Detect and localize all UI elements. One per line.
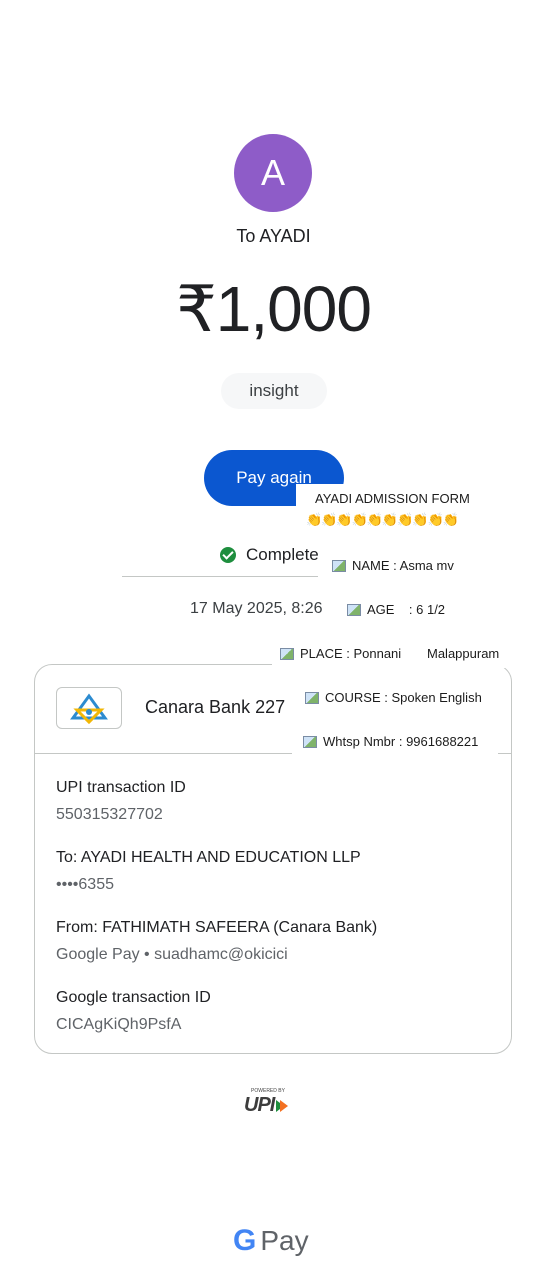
course-value: COURSE : Spoken English <box>325 690 482 705</box>
age-row: AGE : 6 1/2 <box>347 602 445 617</box>
payment-datetime: 17 May 2025, 8:26 <box>190 600 323 617</box>
google-g-icon: G <box>233 1224 257 1257</box>
google-transaction-id-value[interactable]: CICAgKiQh9PsfA <box>56 1016 181 1034</box>
course-row: COURSE : Spoken English <box>305 690 482 705</box>
name-value: NAME : Asma mv <box>352 558 454 573</box>
whatsapp-row: Whtsp Nmbr : 9961688221 <box>303 734 478 749</box>
upi-transaction-id-value[interactable]: 550315327702 <box>56 806 163 824</box>
image-icon <box>303 735 317 748</box>
place-value: PLACE : Ponnani <box>300 646 402 661</box>
google-pay-brand: G Pay <box>233 1224 309 1258</box>
bank-account-name: Canara Bank 227 <box>145 697 286 717</box>
payee-avatar: A <box>234 134 312 212</box>
upi-arrow-icon <box>276 1099 289 1112</box>
image-icon <box>280 647 294 660</box>
check-circle-icon <box>220 547 236 563</box>
payee-name: To AYADI <box>236 226 311 246</box>
from-account-label: From: FATHIMATH SAFEERA (Canara Bank) <box>56 919 378 936</box>
payment-note: insight <box>221 373 327 409</box>
google-transaction-id-label: Google transaction ID <box>56 989 211 1006</box>
upi-mark: UPI <box>244 1094 275 1116</box>
to-account-label: To: AYADI HEALTH AND EDUCATION LLP <box>56 849 361 866</box>
status-label: Complete <box>246 545 319 564</box>
age-value: AGE : 6 1/2 <box>367 602 446 617</box>
to-account-value: ••••6355 <box>56 876 114 893</box>
clapping-hands-emoji-row: 👏👏👏👏👏👏👏👏👏👏 <box>306 512 459 527</box>
from-account-value: Google Pay • suadhamc@okicici <box>56 946 288 963</box>
payment-amount: ₹1,000 <box>176 273 372 345</box>
status-divider <box>122 576 332 577</box>
whatsapp-value: Whtsp Nmbr : 9961688221 <box>323 734 479 749</box>
pay-wordmark: Pay <box>260 1225 309 1256</box>
upi-transaction-id-label: UPI transaction ID <box>56 779 186 796</box>
canara-bank-logo-icon <box>56 687 122 729</box>
image-icon <box>347 603 361 616</box>
image-icon <box>332 559 346 572</box>
admission-form-title: AYADI ADMISSION FORM <box>315 491 470 506</box>
place-row: PLACE : Ponnani <box>280 646 401 661</box>
name-row: NAME : Asma mv <box>332 558 454 573</box>
image-icon <box>305 691 319 704</box>
avatar-letter: A <box>260 152 285 193</box>
place-extra: Malappuram <box>427 646 500 661</box>
payment-status: Complete <box>220 545 319 565</box>
upi-logo: POWERED BY UPI <box>244 1088 304 1122</box>
